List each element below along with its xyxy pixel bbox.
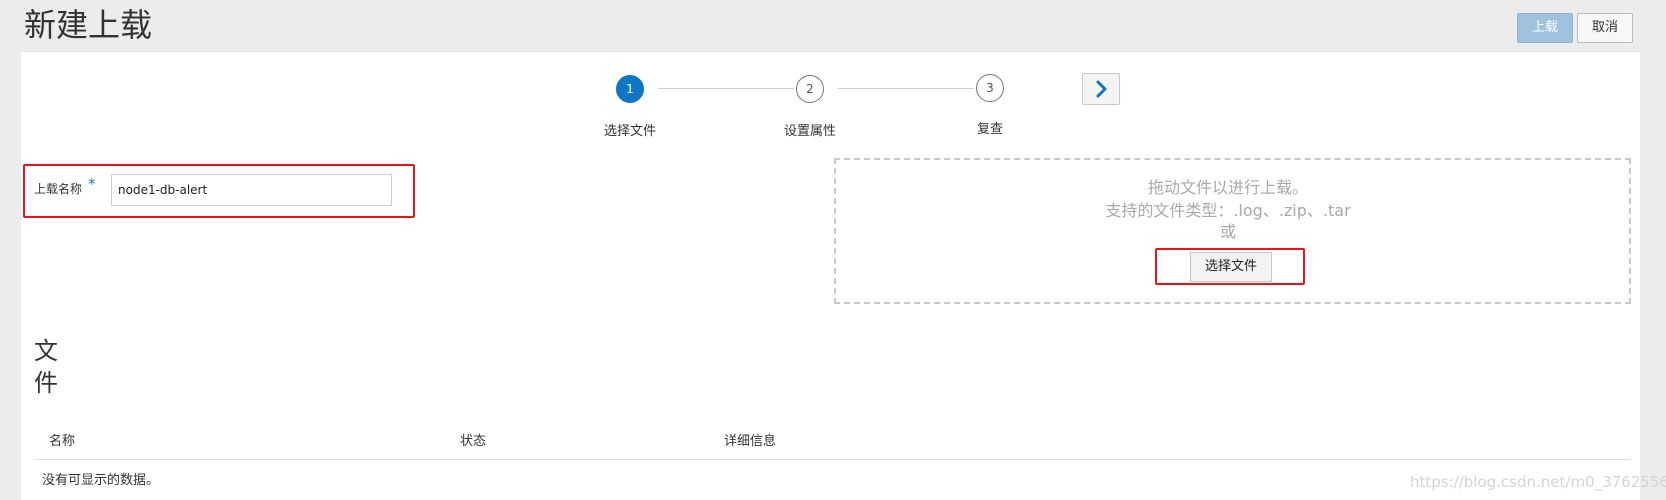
watermark: https://blog.csdn.net/m0_37625564 <box>1410 473 1666 491</box>
column-header-status[interactable]: 状态 <box>460 430 486 449</box>
upload-button[interactable]: 上载 <box>1517 13 1573 43</box>
choose-file-highlight <box>1155 248 1305 285</box>
step-2-circle[interactable]: 2 <box>796 75 824 103</box>
step-3-label: 复查 <box>976 122 1003 137</box>
table-empty-message: 没有可显示的数据。 <box>42 473 160 488</box>
step-1-circle[interactable]: 1 <box>616 75 644 103</box>
files-section-title: 文件 <box>34 337 58 397</box>
dropzone-or: 或 <box>1219 222 1236 241</box>
chevron-right-icon <box>1096 80 1107 98</box>
step-1-label: 选择文件 <box>603 124 656 139</box>
name-field-highlight <box>23 164 415 218</box>
stepper-connector-1 <box>658 88 794 89</box>
page-title: 新建上载 <box>24 6 153 44</box>
column-header-details[interactable]: 详细信息 <box>724 430 776 449</box>
stepper-connector-2 <box>838 88 974 89</box>
step-2-label: 设置属性 <box>783 124 836 139</box>
table-header-divider <box>34 459 1631 460</box>
next-step-button[interactable] <box>1082 73 1120 105</box>
step-3-circle[interactable]: 3 <box>976 74 1004 102</box>
cancel-button[interactable]: 取消 <box>1577 13 1633 43</box>
column-header-name[interactable]: 名称 <box>49 430 75 449</box>
dropzone-instruction: 拖动文件以进行上载。 <box>1147 178 1308 197</box>
